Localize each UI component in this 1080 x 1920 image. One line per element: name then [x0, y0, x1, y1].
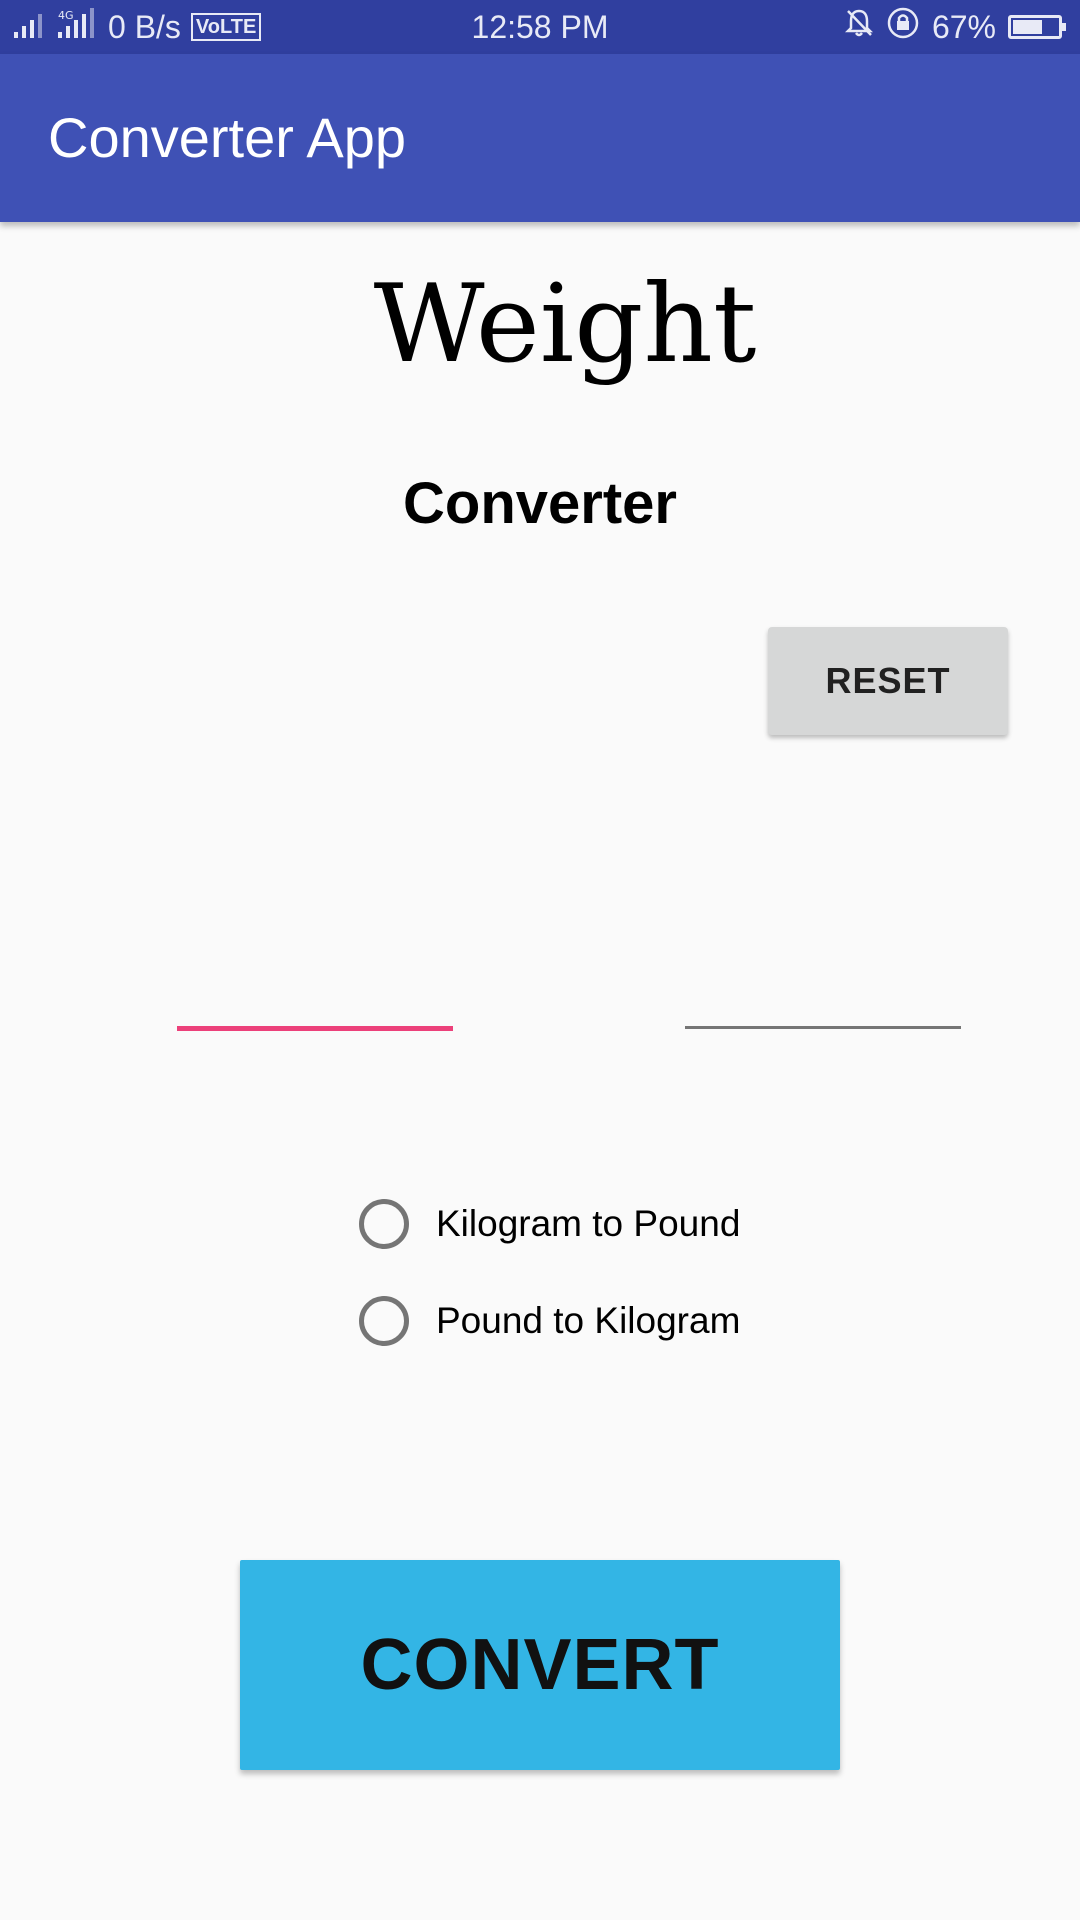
battery-icon [1008, 15, 1066, 39]
status-time: 12:58 PM [471, 8, 609, 45]
page-subtitle: Converter [403, 471, 677, 536]
radio-kilogram-to-pound[interactable]: Kilogram to Pound [358, 1193, 740, 1255]
rotation-lock-icon [886, 6, 920, 48]
app-title: Converter App [48, 106, 406, 169]
output-value-field[interactable] [685, 950, 961, 1029]
app-bar: Converter App [0, 54, 1080, 222]
convert-button[interactable]: CONVERT [240, 1560, 840, 1770]
page-title: Weight [373, 262, 757, 387]
radio-button-icon[interactable] [359, 1199, 409, 1249]
battery-fill [1013, 20, 1043, 34]
signal-4g-icon: 4G [58, 8, 98, 46]
svg-text:4G: 4G [58, 9, 74, 22]
radio-label: Kilogram to Pound [436, 1203, 741, 1244]
status-right: 67% [844, 0, 1066, 54]
radio-button-icon[interactable] [359, 1296, 409, 1346]
input-value-field[interactable] [177, 950, 453, 1031]
volte-badge: VoLTE [190, 13, 262, 41]
battery-percent: 67% [931, 8, 996, 45]
status-left: 4G 0 B/s VoLTE [14, 0, 262, 54]
notification-muted-icon [844, 8, 874, 46]
reset-button[interactable]: RESET [768, 627, 1008, 735]
status-bar: 4G 0 B/s VoLTE 12:58 PM 67% [0, 0, 1080, 54]
radio-label: Pound to Kilogram [436, 1300, 741, 1341]
radio-pound-to-kilogram[interactable]: Pound to Kilogram [358, 1290, 740, 1352]
network-speed: 0 B/s [108, 8, 181, 45]
signal-icon [14, 9, 48, 46]
